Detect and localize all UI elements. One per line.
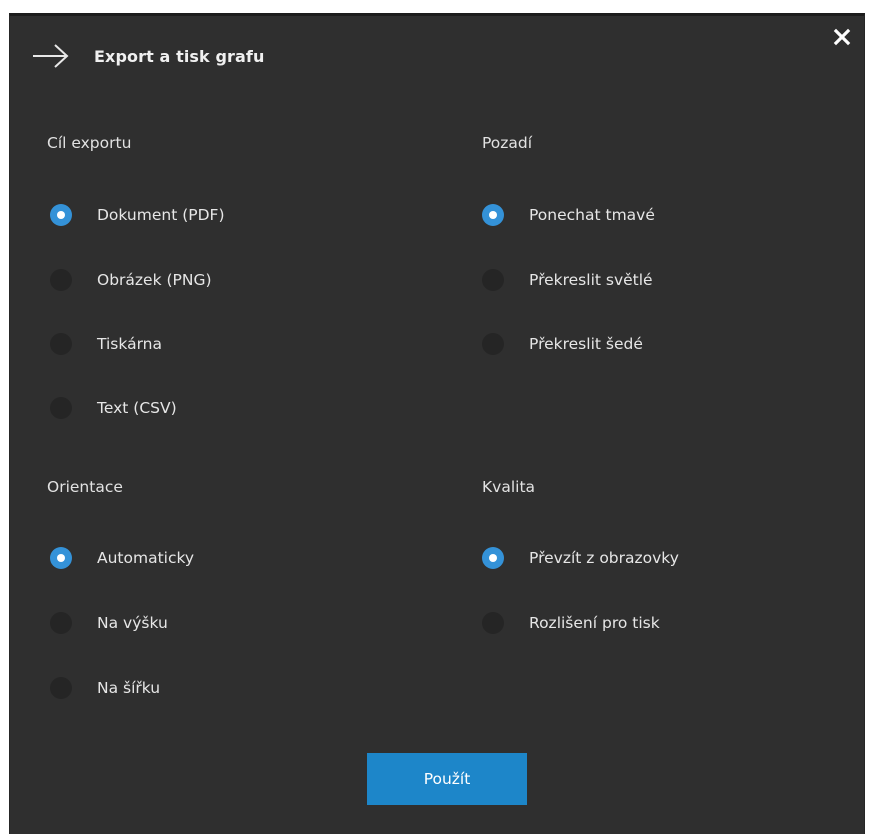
option-label: Na šířku <box>97 679 161 697</box>
radio-export-printer[interactable]: Tiskárna <box>50 329 162 359</box>
option-label: Text (CSV) <box>97 399 177 417</box>
radio-button[interactable] <box>50 269 72 291</box>
radio-button[interactable] <box>482 612 504 634</box>
dialog-title: Export a tisk grafu <box>94 47 265 66</box>
radio-orientation-auto[interactable]: Automaticky <box>50 543 194 573</box>
background-heading: Pozadí <box>482 134 533 152</box>
radio-quality-print[interactable]: Rozlišení pro tisk <box>482 608 660 638</box>
radio-export-csv[interactable]: Text (CSV) <box>50 393 177 423</box>
radio-export-pdf[interactable]: Dokument (PDF) <box>50 200 225 230</box>
quality-heading: Kvalita <box>482 478 536 496</box>
option-label: Tiskárna <box>97 335 162 353</box>
radio-button[interactable] <box>50 397 72 419</box>
radio-background-gray[interactable]: Překreslit šedé <box>482 329 643 359</box>
radio-orientation-portrait[interactable]: Na výšku <box>50 608 168 638</box>
export-print-dialog: Export a tisk grafu Cíl exportu Dokument… <box>9 13 865 834</box>
radio-button-checked[interactable] <box>50 547 72 569</box>
option-label: Převzít z obrazovky <box>529 549 679 567</box>
radio-button-checked[interactable] <box>482 547 504 569</box>
radio-button[interactable] <box>482 269 504 291</box>
radio-background-light[interactable]: Překreslit světlé <box>482 265 653 295</box>
radio-button-checked[interactable] <box>50 204 72 226</box>
option-label: Dokument (PDF) <box>97 206 225 224</box>
orientation-heading: Orientace <box>47 478 123 496</box>
option-label: Překreslit šedé <box>529 335 643 353</box>
radio-background-keep-dark[interactable]: Ponechat tmavé <box>482 200 655 230</box>
radio-orientation-landscape[interactable]: Na šířku <box>50 673 160 703</box>
title-bar: Export a tisk grafu <box>10 16 864 100</box>
radio-button[interactable] <box>50 333 72 355</box>
radio-button-checked[interactable] <box>482 204 504 226</box>
export-target-heading: Cíl exportu <box>47 134 132 152</box>
radio-button[interactable] <box>50 677 72 699</box>
radio-button[interactable] <box>50 612 72 634</box>
radio-button[interactable] <box>482 333 504 355</box>
close-icon[interactable] <box>833 28 851 46</box>
option-label: Ponechat tmavé <box>529 206 655 224</box>
option-label: Překreslit světlé <box>529 271 653 289</box>
radio-export-png[interactable]: Obrázek (PNG) <box>50 265 212 295</box>
option-label: Na výšku <box>97 614 168 632</box>
option-label: Automaticky <box>97 549 195 567</box>
option-label: Rozlišení pro tisk <box>529 614 660 632</box>
apply-button[interactable]: Použít <box>367 753 527 805</box>
option-label: Obrázek (PNG) <box>97 271 212 289</box>
arrow-right-icon[interactable] <box>31 42 71 70</box>
radio-quality-screen[interactable]: Převzít z obrazovky <box>482 543 679 573</box>
